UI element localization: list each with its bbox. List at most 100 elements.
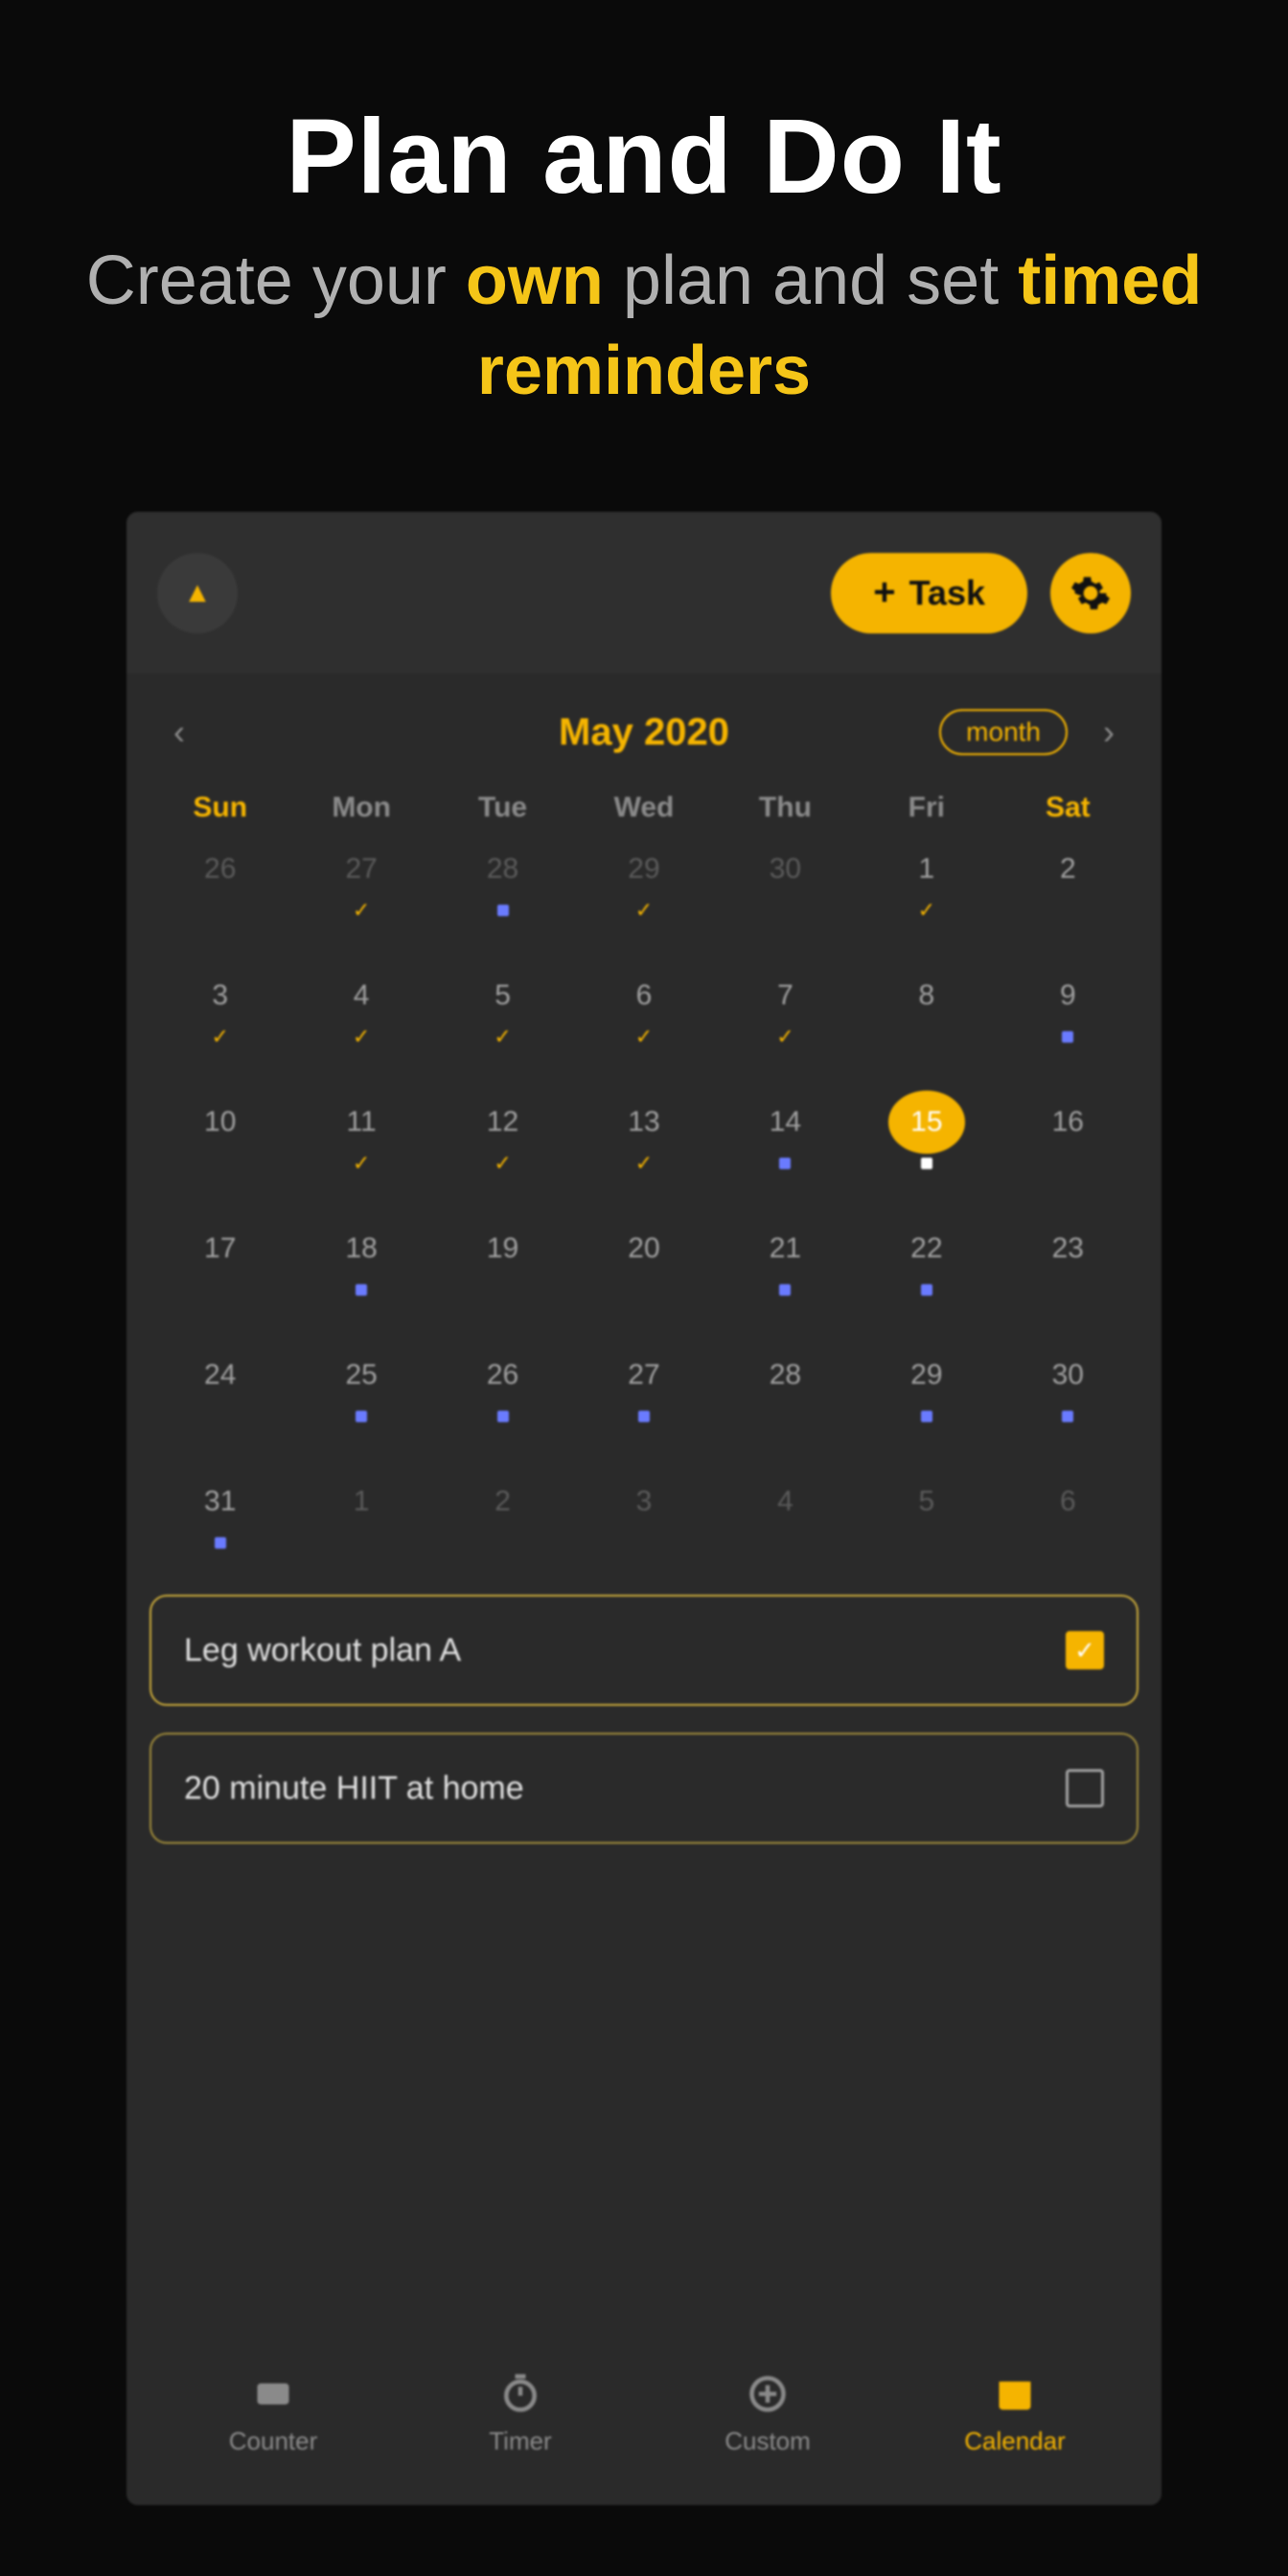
calendar-day[interactable]: 12 ✓ — [432, 1096, 573, 1169]
day-marks: ✓ — [494, 1158, 511, 1170]
dow-sat: Sat — [998, 792, 1138, 824]
check-icon: ✓ — [635, 906, 653, 915]
day-marks — [921, 1158, 932, 1170]
day-number: 13 — [611, 1096, 677, 1147]
calendar-day[interactable]: 15 — [856, 1096, 997, 1169]
day-marks: ✓ — [494, 1031, 511, 1044]
calendar-day[interactable]: 6✓ — [573, 970, 714, 1043]
calendar-day[interactable]: 8 — [856, 970, 997, 1043]
calendar-day[interactable]: 23 — [998, 1223, 1138, 1296]
day-number: 9 — [1035, 970, 1100, 1021]
event-dot-icon — [921, 1284, 932, 1296]
calendar-day[interactable]: 26 — [150, 843, 290, 916]
nav-label: Custom — [724, 2426, 811, 2456]
day-number: 11 — [329, 1096, 394, 1147]
day-number: 16 — [1035, 1096, 1100, 1147]
calendar-day[interactable]: 11✓ — [290, 1096, 431, 1169]
nav-calendar[interactable]: Calendar — [891, 2371, 1138, 2480]
month-label[interactable]: May 2020 — [559, 711, 729, 754]
calendar-day[interactable]: 6 — [998, 1476, 1138, 1549]
calendar-day[interactable]: 9 — [998, 970, 1138, 1043]
next-month-button[interactable]: › — [1094, 712, 1123, 752]
bottom-nav: Counter Timer Custom Calendar — [126, 2352, 1162, 2505]
calendar-day[interactable]: 17 — [150, 1223, 290, 1296]
calendar-day[interactable]: 26 — [432, 1349, 573, 1422]
day-number: 1 — [894, 843, 959, 894]
calendar-day[interactable]: 29 — [856, 1349, 997, 1422]
calendar-day[interactable]: 4 — [715, 1476, 856, 1549]
check-icon: ✓ — [211, 1032, 228, 1042]
calendar-day[interactable]: 22 — [856, 1223, 997, 1296]
day-marks: ✓ — [635, 905, 653, 917]
calendar-day[interactable]: 5 — [856, 1476, 997, 1549]
calendar-day[interactable]: 30 — [715, 843, 856, 916]
calendar-day[interactable]: 2 — [432, 1476, 573, 1549]
premium-button[interactable]: ▲ — [157, 553, 238, 633]
day-marks — [638, 1411, 650, 1423]
calendar-day[interactable]: 28 — [432, 843, 573, 916]
calendar-day[interactable]: 14 — [715, 1096, 856, 1169]
calendar-day[interactable]: 1✓ — [856, 843, 997, 916]
event-dot-icon — [1062, 1031, 1073, 1043]
promo-title: Plan and Do It — [58, 96, 1230, 218]
task-checkbox[interactable]: ✓ — [1066, 1631, 1104, 1669]
calendar-day[interactable]: 27 — [573, 1349, 714, 1422]
day-number: 26 — [188, 843, 253, 894]
day-number: 7 — [752, 970, 817, 1021]
calendar-day[interactable]: 3 — [573, 1476, 714, 1549]
check-icon: ✓ — [635, 1159, 653, 1168]
settings-button[interactable] — [1050, 553, 1131, 633]
day-number: 23 — [1035, 1223, 1100, 1274]
calendar-day[interactable]: 7✓ — [715, 970, 856, 1043]
calendar-day[interactable]: 13 ✓ — [573, 1096, 714, 1169]
day-marks: ✓ — [353, 905, 370, 917]
view-mode-button[interactable]: month — [939, 709, 1068, 755]
day-marks: ✓ — [918, 905, 935, 917]
calendar-day[interactable]: 4✓ — [290, 970, 431, 1043]
day-number: 24 — [188, 1349, 253, 1400]
calendar-day[interactable]: 24 — [150, 1349, 290, 1422]
day-number: 4 — [329, 970, 394, 1021]
calendar-day[interactable]: 20 — [573, 1223, 714, 1296]
calendar-day[interactable]: 19 — [432, 1223, 573, 1296]
day-number: 1 — [329, 1476, 394, 1527]
nav-timer[interactable]: Timer — [397, 2371, 644, 2480]
day-number: 12 — [471, 1096, 536, 1147]
prev-month-button[interactable]: ‹ — [165, 712, 194, 752]
calendar-day[interactable]: 5✓ — [432, 970, 573, 1043]
calendar-day[interactable]: 1 — [290, 1476, 431, 1549]
promo-header: Plan and Do It Create your own plan and … — [0, 0, 1288, 454]
add-task-button[interactable]: + Task — [831, 553, 1027, 633]
calendar-day[interactable]: 25 — [290, 1349, 431, 1422]
task-card[interactable]: 20 minute HIIT at home — [150, 1733, 1138, 1844]
nav-custom[interactable]: Custom — [644, 2371, 891, 2480]
calendar-day[interactable]: 3✓ — [150, 970, 290, 1043]
calendar-day[interactable]: 27✓ — [290, 843, 431, 916]
day-number: 21 — [752, 1223, 817, 1274]
nav-counter[interactable]: Counter — [150, 2371, 397, 2480]
task-card[interactable]: Leg workout plan A✓ — [150, 1595, 1138, 1706]
calendar-day[interactable]: 28 — [715, 1349, 856, 1422]
nav-label: Counter — [229, 2426, 318, 2456]
calendar-day[interactable]: 29✓ — [573, 843, 714, 916]
day-number: 15 — [894, 1096, 959, 1147]
calendar-day[interactable]: 31 — [150, 1476, 290, 1549]
calendar-day[interactable]: 30 — [998, 1349, 1138, 1422]
day-marks: ✓ — [635, 1158, 653, 1170]
calendar-day[interactable]: 2 — [998, 843, 1138, 916]
nav-label: Timer — [489, 2426, 551, 2456]
check-icon: ✓ — [776, 1032, 794, 1042]
calendar-day[interactable]: 16 — [998, 1096, 1138, 1169]
task-list: Leg workout plan A✓ 20 minute HIIT at hom… — [126, 1549, 1162, 1844]
day-number: 27 — [611, 1349, 677, 1400]
nav-label: Calendar — [964, 2426, 1066, 2456]
topbar: ▲ + Task — [126, 512, 1162, 675]
day-marks — [215, 1537, 226, 1550]
dow-tue: Tue — [432, 792, 573, 824]
task-checkbox[interactable] — [1066, 1769, 1104, 1807]
day-number: 22 — [894, 1223, 959, 1274]
calendar-day[interactable]: 10 — [150, 1096, 290, 1169]
calendar-day[interactable]: 21 — [715, 1223, 856, 1296]
event-dot-icon — [921, 1411, 932, 1422]
calendar-day[interactable]: 18 — [290, 1223, 431, 1296]
